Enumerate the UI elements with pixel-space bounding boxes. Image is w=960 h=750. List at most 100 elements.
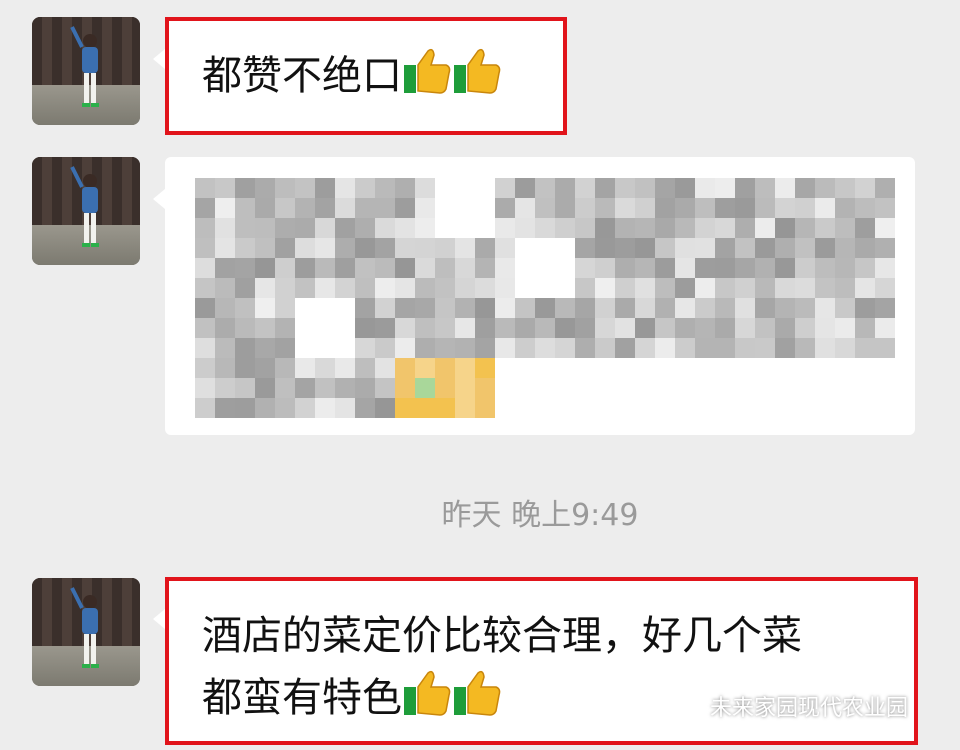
- mosaic-cell: [875, 318, 895, 338]
- mosaic-cell: [535, 198, 555, 218]
- mosaic-cell: [415, 378, 435, 398]
- mosaic-cell: [595, 338, 615, 358]
- mosaic-cell: [535, 298, 555, 318]
- contact-avatar[interactable]: [32, 17, 140, 125]
- mosaic-cell: [375, 298, 395, 318]
- mosaic-cell: [395, 358, 415, 378]
- mosaic-cell: [635, 238, 655, 258]
- mosaic-cell: [215, 358, 235, 378]
- mosaic-cell: [215, 198, 235, 218]
- mosaic-cell: [235, 178, 255, 198]
- mosaic-cell: [415, 238, 435, 258]
- mosaic-cell: [755, 318, 775, 338]
- mosaic-cell: [595, 318, 615, 338]
- mosaic-cell: [415, 178, 435, 198]
- mosaic-cell: [675, 338, 695, 358]
- mosaic-cell: [435, 378, 455, 398]
- mosaic-cell: [375, 198, 395, 218]
- message-timestamp: 昨天 晚上9:49: [441, 498, 639, 533]
- mosaic-cell: [695, 238, 715, 258]
- mosaic-cell: [435, 338, 455, 358]
- mosaic-cell: [355, 398, 375, 418]
- mosaic-cell: [555, 198, 575, 218]
- mosaic-cell: [455, 318, 475, 338]
- mosaic-cell: [635, 198, 655, 218]
- mosaic-cell: [195, 278, 215, 298]
- mosaic-cell: [615, 258, 635, 278]
- mosaic-cell: [435, 318, 455, 338]
- mosaic-cell: [655, 258, 675, 278]
- mosaic-cell: [855, 198, 875, 218]
- mosaic-cell: [795, 318, 815, 338]
- mosaic-cell: [735, 338, 755, 358]
- mosaic-cell: [255, 218, 275, 238]
- mosaic-cell: [375, 258, 395, 278]
- mosaic-cell: [775, 218, 795, 238]
- mosaic-cell: [535, 178, 555, 198]
- mosaic-cell: [315, 398, 335, 418]
- mosaic-cell: [215, 178, 235, 198]
- mosaic-cell: [855, 298, 875, 318]
- mosaic-cell: [595, 258, 615, 278]
- mosaic-cell: [235, 198, 255, 218]
- mosaic-cell: [395, 378, 415, 398]
- mosaic-cell: [195, 298, 215, 318]
- mosaic-cell: [835, 258, 855, 278]
- mosaic-cell: [395, 178, 415, 198]
- mosaic-cell: [775, 278, 795, 298]
- mosaic-cell: [815, 218, 835, 238]
- mosaic-cell: [415, 318, 435, 338]
- mosaic-cell: [255, 278, 275, 298]
- mosaic-cell: [695, 338, 715, 358]
- mosaic-cell: [275, 238, 295, 258]
- watermark: 未来家园现代农业园: [670, 690, 908, 722]
- mosaic-cell: [535, 318, 555, 338]
- mosaic-cell: [875, 278, 895, 298]
- mosaic-cell: [295, 378, 315, 398]
- mosaic-cell: [235, 338, 255, 358]
- mosaic-cell: [875, 178, 895, 198]
- mosaic-cell: [815, 258, 835, 278]
- mosaic-cell: [635, 298, 655, 318]
- mosaic-cell: [555, 178, 575, 198]
- mosaic-cell: [475, 258, 495, 278]
- mosaic-cell: [555, 318, 575, 338]
- mosaic-cell: [855, 318, 875, 338]
- mosaic-cell: [695, 318, 715, 338]
- mosaic-cell: [275, 338, 295, 358]
- mosaic-cell: [275, 358, 295, 378]
- mosaic-cell: [435, 398, 455, 418]
- mosaic-cell: [575, 338, 595, 358]
- mosaic-cell: [455, 378, 475, 398]
- mosaic-cell: [615, 178, 635, 198]
- contact-avatar[interactable]: [32, 157, 140, 265]
- mosaic-cell: [375, 218, 395, 238]
- mosaic-cell: [435, 258, 455, 278]
- mosaic-cell: [615, 298, 635, 318]
- mosaic-cell: [695, 278, 715, 298]
- mosaic-cell: [855, 338, 875, 358]
- mosaic-cell: [815, 338, 835, 358]
- mosaic-cell: [755, 298, 775, 318]
- mosaic-cell: [335, 358, 355, 378]
- mosaic-cell: [195, 378, 215, 398]
- mosaic-cell: [295, 198, 315, 218]
- mosaic-cell: [315, 178, 335, 198]
- mosaic-cell: [675, 258, 695, 278]
- mosaic-cell: [575, 278, 595, 298]
- mosaic-cell: [255, 318, 275, 338]
- mosaic-cell: [795, 338, 815, 358]
- mosaic-cell: [495, 238, 515, 258]
- mosaic-cell: [755, 218, 775, 238]
- mosaic-cell: [355, 218, 375, 238]
- mosaic-cell: [335, 278, 355, 298]
- mosaic-cell: [515, 318, 535, 338]
- contact-avatar[interactable]: [32, 578, 140, 686]
- mosaic-cell: [775, 258, 795, 278]
- mosaic-cell: [635, 218, 655, 238]
- mosaic-cell: [255, 378, 275, 398]
- mosaic-cell: [435, 298, 455, 318]
- mosaic-cell: [355, 318, 375, 338]
- mosaic-cell: [675, 218, 695, 238]
- mosaic-cell: [795, 198, 815, 218]
